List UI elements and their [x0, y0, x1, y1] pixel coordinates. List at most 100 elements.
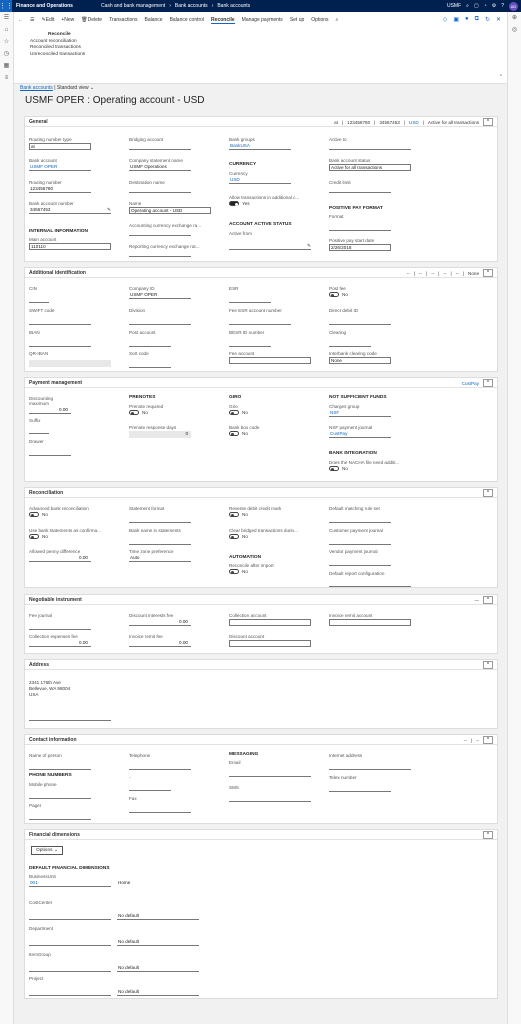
charges-group-field[interactable]: NSF: [329, 410, 391, 417]
besr-field[interactable]: [229, 340, 271, 347]
crumb-page[interactable]: Bank accounts: [217, 3, 250, 9]
chevron-up-icon[interactable]: ⌃: [483, 379, 493, 387]
name-field[interactable]: Operating account - USD: [129, 207, 211, 214]
settings-icon[interactable]: ⚙: [492, 3, 496, 9]
itemgroup-field[interactable]: [29, 965, 111, 972]
tab-setup[interactable]: Set up: [290, 17, 304, 23]
fasttab-header[interactable]: General at | 123456780 | 34567453 | USD | Ac…: [25, 117, 497, 127]
collection-expenses-field[interactable]: 0.00: [29, 640, 91, 647]
bank-account-number-field[interactable]: 34567453 ✎: [29, 207, 111, 214]
extension-field[interactable]: [129, 784, 171, 791]
currency-field[interactable]: USD: [229, 177, 291, 184]
clear-bridged-toggle[interactable]: [229, 534, 239, 539]
report-config-field[interactable]: [329, 580, 411, 587]
post-fee-toggle[interactable]: [329, 292, 339, 297]
matching-rule-field[interactable]: [329, 516, 391, 523]
app-title[interactable]: Finance and Operations: [16, 3, 73, 9]
esr-field[interactable]: [229, 296, 271, 303]
time-zone-field[interactable]: Auto: [129, 555, 191, 562]
positive-pay-date-field[interactable]: 2/26/2018: [329, 244, 391, 251]
allow-additional-toggle[interactable]: [229, 201, 239, 206]
fee-journal-field[interactable]: [29, 623, 91, 630]
statement-format-field[interactable]: [129, 516, 191, 523]
tab-manage-payments[interactable]: Manage payments: [242, 17, 283, 23]
delete-button[interactable]: 🗑Delete: [81, 17, 102, 23]
tab-balance[interactable]: Balance: [145, 17, 163, 23]
use-statements-toggle[interactable]: [29, 534, 39, 539]
chevron-up-icon[interactable]: ⌃: [483, 831, 493, 839]
invoice-remit-fee-field[interactable]: 0.00: [129, 640, 191, 647]
prenote-required-toggle[interactable]: [129, 410, 139, 415]
main-account-field[interactable]: 110110: [29, 243, 111, 250]
close-icon[interactable]: ✕: [496, 16, 501, 23]
account-status-field[interactable]: Active for all transactions: [329, 164, 411, 171]
reverse-debit-toggle[interactable]: [229, 512, 239, 517]
sms-field[interactable]: [229, 795, 311, 802]
active-from-field[interactable]: ✎: [229, 243, 311, 250]
bank-account-field[interactable]: USMF OPER: [29, 164, 91, 171]
chevron-up-icon[interactable]: ⌃: [483, 118, 493, 126]
chevron-up-icon[interactable]: ⌃: [499, 74, 503, 80]
direct-debit-field[interactable]: [329, 318, 391, 325]
fasttab-header[interactable]: Reconciliation ⌃: [25, 488, 497, 498]
unreconciled-transactions-button[interactable]: Unreconciled transactions: [30, 52, 85, 59]
fee-account-field[interactable]: [229, 357, 311, 364]
division-field[interactable]: [129, 318, 191, 325]
search-icon[interactable]: ⌕: [336, 17, 339, 23]
collection-account-field[interactable]: [229, 619, 311, 626]
bank-box-toggle[interactable]: [229, 431, 239, 436]
discount-interests-field[interactable]: 0.00: [129, 619, 191, 626]
discount-max-field[interactable]: 0.00: [29, 407, 71, 414]
back-icon[interactable]: ←: [18, 17, 23, 23]
clearing-field[interactable]: [329, 340, 371, 347]
credit-limit-field[interactable]: [329, 186, 391, 193]
fax-field[interactable]: [129, 806, 191, 813]
tab-balance-control[interactable]: Balance control: [170, 17, 204, 23]
chevron-up-icon[interactable]: ⌃: [483, 269, 493, 277]
department-field[interactable]: [29, 939, 111, 946]
customer-journal-field[interactable]: [329, 538, 391, 545]
crumb-module[interactable]: Cash and bank management: [101, 3, 165, 9]
fasttab-header[interactable]: Address ⌃: [25, 660, 497, 670]
person-name-field[interactable]: [29, 763, 91, 770]
reporting-currency-field[interactable]: [129, 250, 191, 257]
tab-reconcile[interactable]: Reconcile: [211, 17, 235, 24]
reconcile-import-toggle[interactable]: [229, 569, 239, 574]
iban-field[interactable]: [29, 340, 91, 347]
invoice-remit-account-field[interactable]: [329, 619, 411, 626]
notification-icon[interactable]: ◔: [484, 3, 487, 9]
chat-icon[interactable]: ▢: [474, 3, 479, 9]
fasttab-header[interactable]: Financial dimensions ⌃: [25, 830, 497, 840]
giro-toggle[interactable]: [229, 410, 239, 415]
nsf-journal-field[interactable]: CustPay: [329, 431, 391, 438]
diamond-icon[interactable]: ◇: [443, 16, 448, 23]
telephone-field[interactable]: [129, 763, 191, 770]
bank-groups-field[interactable]: BankUSA: [229, 143, 291, 150]
app-launcher-icon[interactable]: ⋮⋮: [0, 0, 13, 12]
mobile-phone-field[interactable]: [29, 792, 91, 799]
reconciled-transactions-button[interactable]: Reconciled transactions: [30, 45, 85, 52]
search-icon[interactable]: ⌕: [466, 3, 469, 9]
costcenter-field[interactable]: [29, 913, 111, 920]
office-icon[interactable]: ▣: [453, 16, 459, 23]
company-picker[interactable]: USMF: [447, 3, 461, 9]
new-button[interactable]: +New: [61, 17, 74, 23]
attach-icon[interactable]: ⊕: [508, 12, 521, 24]
tab-transactions[interactable]: Transactions: [109, 17, 137, 23]
chevron-up-icon[interactable]: ⌃: [483, 596, 493, 604]
edit-button[interactable]: ✎Edit: [41, 17, 54, 23]
fasttab-header[interactable]: Negotiable instrument — ⌃: [25, 595, 497, 605]
badge-icon[interactable]: ●: [465, 16, 469, 23]
star-icon[interactable]: ☆: [0, 36, 13, 48]
telex-field[interactable]: [329, 785, 391, 792]
breadcrumb[interactable]: Bank accounts: [20, 85, 53, 91]
home-icon[interactable]: ⌂: [0, 24, 13, 36]
hamburger-icon[interactable]: ☰: [0, 12, 13, 24]
swift-field[interactable]: [29, 318, 91, 325]
sort-code-field[interactable]: [129, 361, 171, 368]
penny-difference-field[interactable]: 0.00: [29, 555, 91, 562]
nacha-toggle[interactable]: [329, 466, 339, 471]
options-dropdown[interactable]: Options ⌄: [31, 846, 63, 855]
tab-options[interactable]: Options: [311, 17, 328, 23]
email-field[interactable]: [229, 770, 311, 777]
